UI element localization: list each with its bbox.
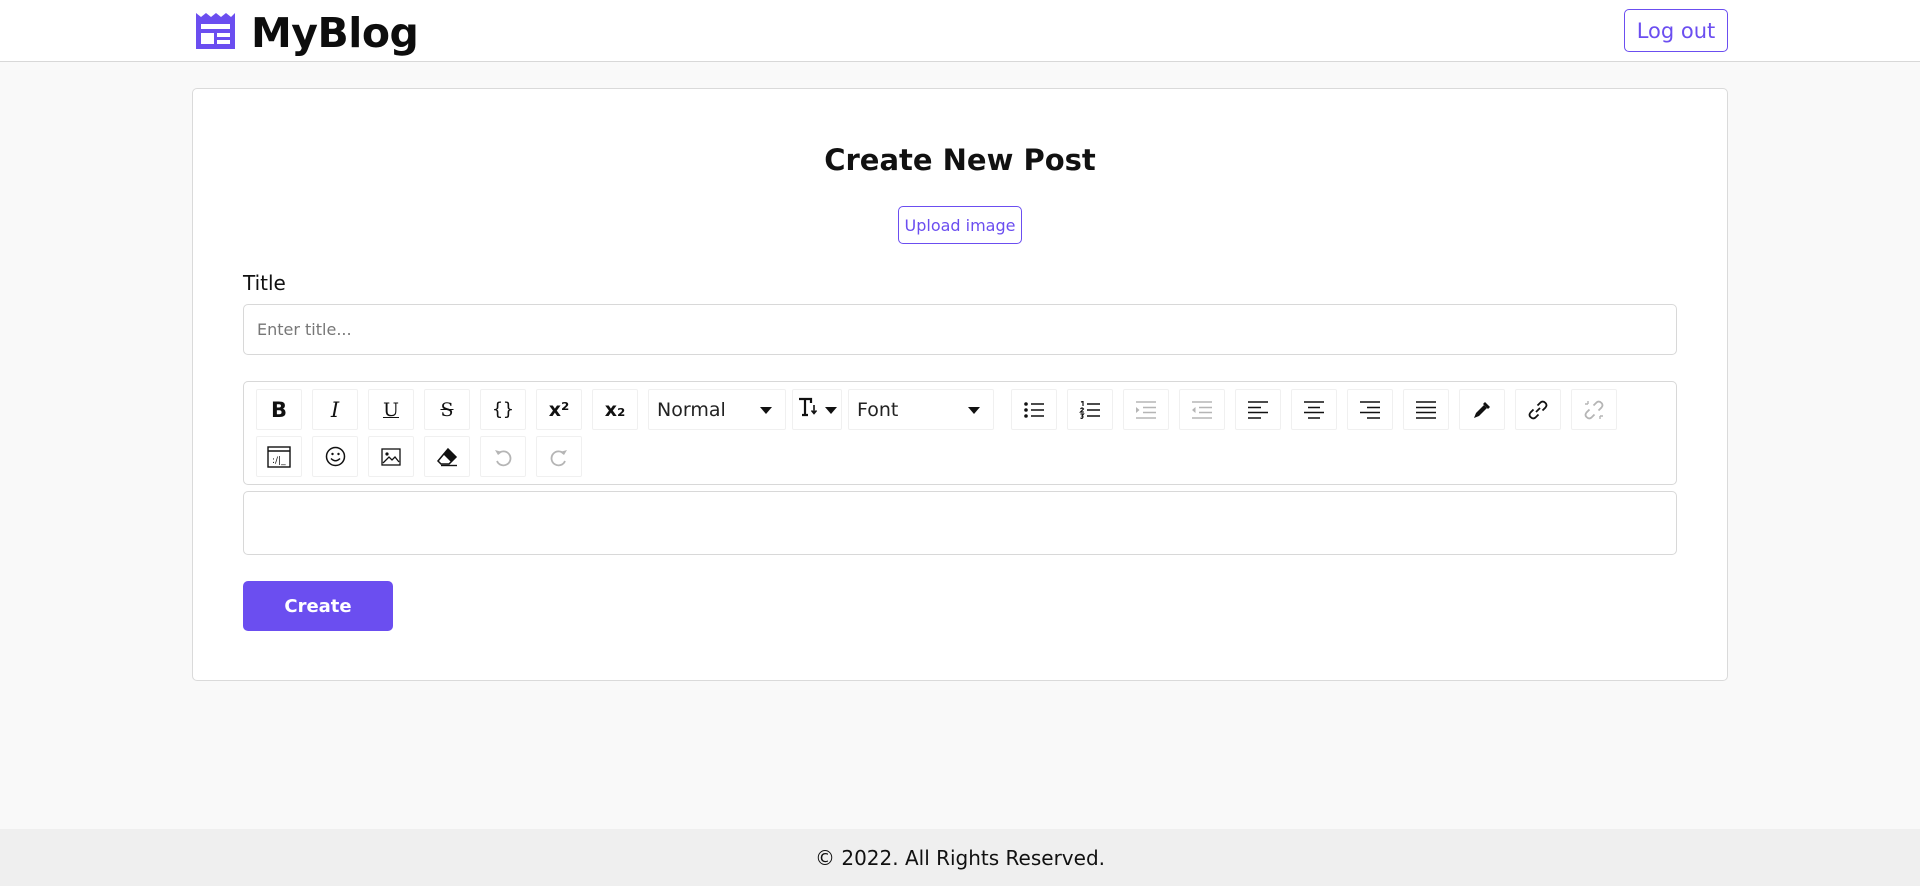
block-type-select[interactable]: Normal [648, 389, 786, 430]
page-title: Create New Post [824, 143, 1096, 177]
superscript-icon: x² [548, 398, 570, 421]
align-center-button[interactable] [1291, 389, 1337, 430]
svg-text::/|_: :/|_ [272, 456, 286, 466]
blog-layout-icon [194, 11, 237, 55]
brand-name: MyBlog [251, 9, 419, 57]
align-right-icon [1359, 400, 1381, 419]
align-left-button[interactable] [1235, 389, 1281, 430]
chevron-down-icon [760, 407, 772, 414]
footer: © 2022. All Rights Reserved. [0, 829, 1920, 886]
eraser-icon [436, 447, 458, 467]
font-family-value: Font [857, 398, 899, 421]
underline-button[interactable]: U [368, 389, 414, 430]
align-justify-icon [1415, 400, 1437, 419]
italic-button[interactable]: I [312, 389, 358, 430]
create-post-button[interactable]: Create [243, 581, 393, 631]
redo-button[interactable] [536, 436, 582, 477]
indent-button[interactable] [1123, 389, 1169, 430]
unlink-button[interactable] [1571, 389, 1617, 430]
align-left-icon [1247, 400, 1269, 419]
undo-icon [493, 447, 513, 467]
link-button[interactable] [1515, 389, 1561, 430]
code-braces-icon: {} [492, 399, 514, 420]
font-size-select[interactable] [792, 389, 842, 430]
link-icon [1528, 400, 1548, 420]
code-button[interactable]: {} [480, 389, 526, 430]
bold-button[interactable]: B [256, 389, 302, 430]
remove-format-button[interactable] [424, 436, 470, 477]
block-type-value: Normal [657, 398, 726, 421]
underline-icon: U [382, 398, 399, 421]
unlink-icon [1584, 400, 1604, 420]
ordered-list-button[interactable] [1067, 389, 1113, 430]
color-picker-button[interactable] [1459, 389, 1505, 430]
chevron-down-icon [968, 407, 980, 414]
brand-logo[interactable]: MyBlog [194, 9, 419, 57]
align-center-icon [1303, 400, 1325, 419]
bold-icon: B [270, 397, 287, 422]
numbered-list-icon [1079, 400, 1101, 419]
outdent-icon [1191, 400, 1213, 419]
unordered-list-button[interactable] [1011, 389, 1057, 430]
title-label: Title [243, 271, 286, 295]
image-button[interactable] [368, 436, 414, 477]
outdent-button[interactable] [1179, 389, 1225, 430]
image-icon [381, 447, 401, 466]
indent-icon [1135, 400, 1157, 419]
strikethrough-button[interactable]: S [424, 389, 470, 430]
align-right-button[interactable] [1347, 389, 1393, 430]
emoji-button[interactable] [312, 436, 358, 477]
font-family-select[interactable]: Font [848, 389, 994, 430]
eyedropper-icon [1472, 400, 1492, 420]
superscript-button[interactable]: x² [536, 389, 582, 430]
rich-text-toolbar: B I U S {} x² x₂ Normal Font:/|_ [243, 381, 1677, 485]
emoji-icon [325, 446, 346, 467]
strikethrough-icon: S [440, 398, 454, 421]
align-justify-button[interactable] [1403, 389, 1449, 430]
font-size-icon [797, 396, 819, 423]
italic-icon: I [330, 397, 340, 422]
redo-icon [549, 447, 569, 467]
embed-icon: :/|_ [267, 445, 291, 468]
bullet-list-icon [1023, 401, 1045, 419]
embedded-button[interactable]: :/|_ [256, 436, 302, 477]
subscript-button[interactable]: x₂ [592, 389, 638, 430]
logout-button[interactable]: Log out [1624, 9, 1728, 52]
create-post-card: Create New Post Upload image Title B I U… [192, 88, 1728, 681]
undo-button[interactable] [480, 436, 526, 477]
copyright-text: © 2022. All Rights Reserved. [814, 845, 1105, 870]
title-input[interactable] [243, 304, 1677, 355]
post-body-editor[interactable] [243, 491, 1677, 555]
chevron-down-icon [825, 407, 837, 414]
top-navbar: MyBlog Log out [0, 0, 1920, 62]
upload-image-button[interactable]: Upload image [898, 206, 1022, 244]
subscript-icon: x₂ [604, 398, 626, 421]
